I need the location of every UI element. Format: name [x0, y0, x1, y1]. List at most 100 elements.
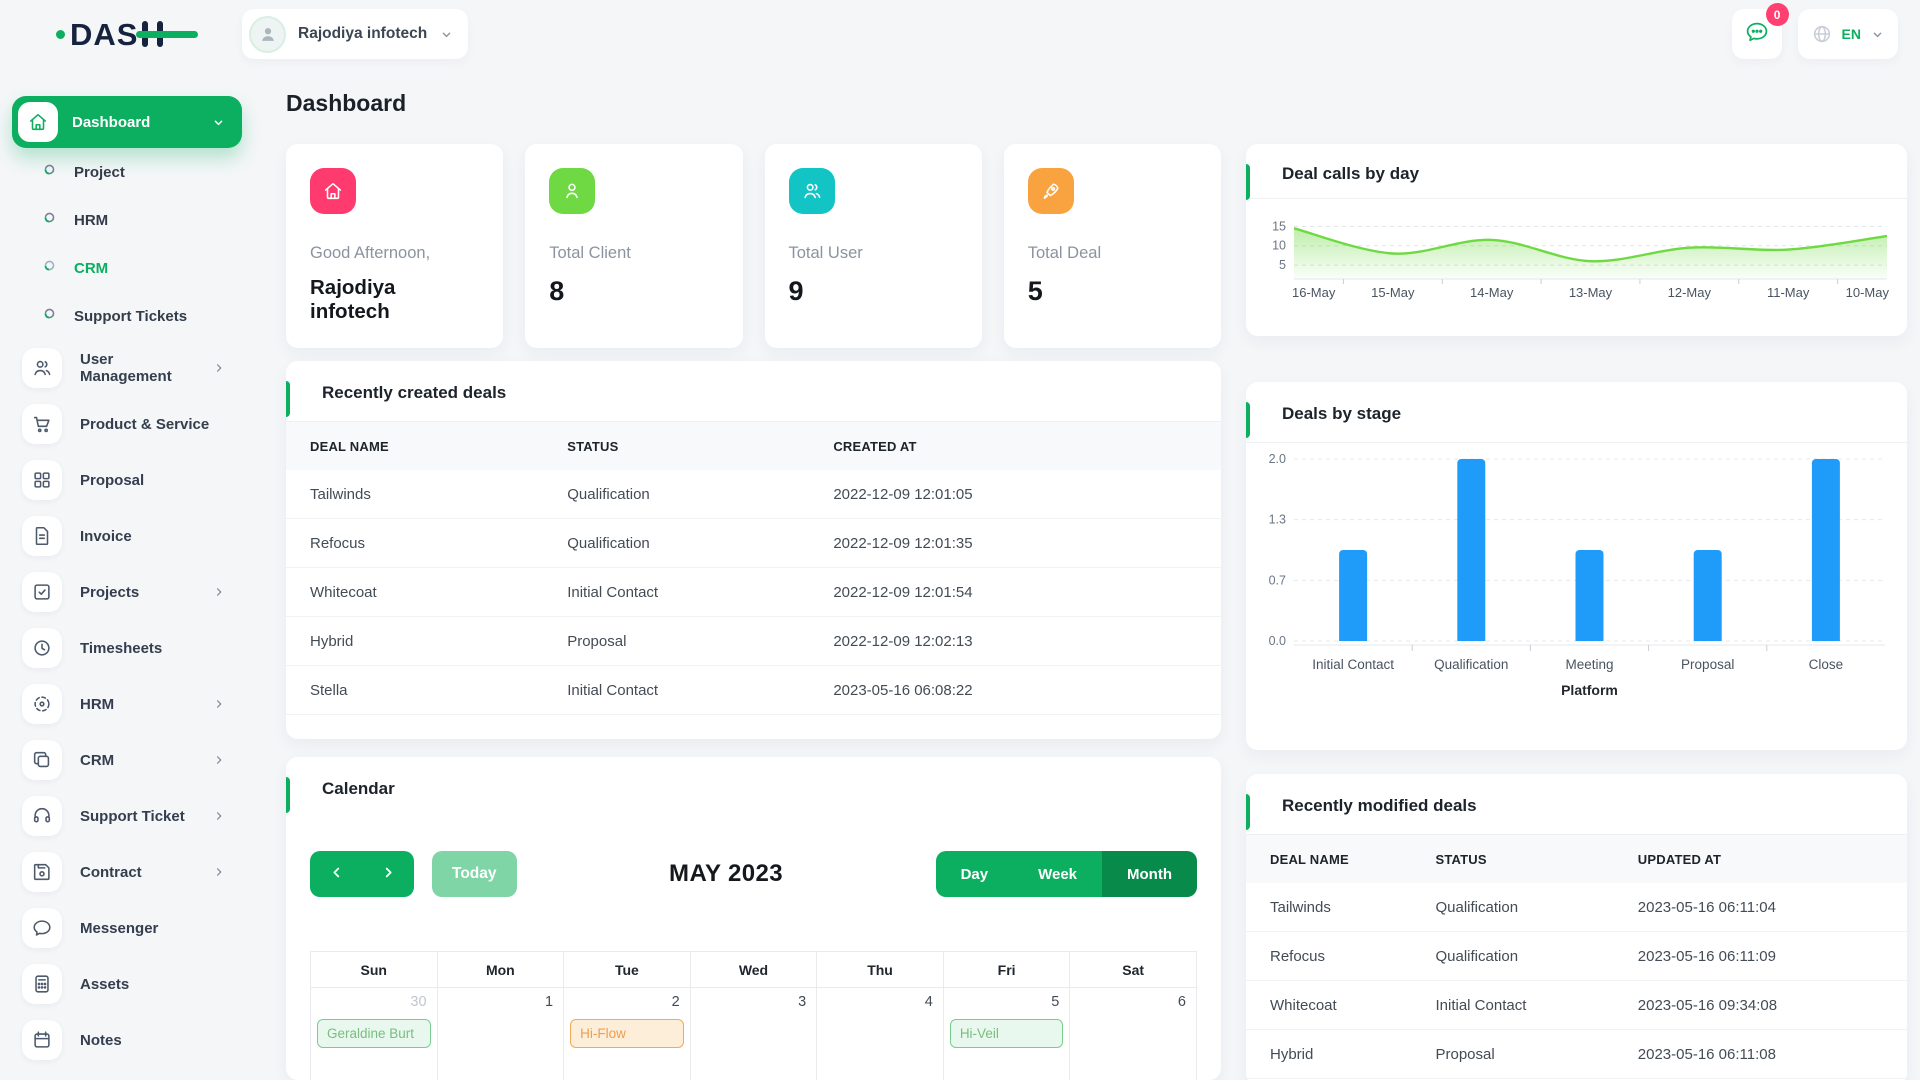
chevron-right-icon: [212, 361, 226, 375]
svg-text:Proposal: Proposal: [1681, 657, 1734, 672]
card-title: Recently created deals: [322, 383, 507, 402]
target-icon: [22, 684, 62, 724]
table-row[interactable]: Hybrid Proposal 2022-12-09 12:02:13: [286, 617, 1221, 666]
calendar-toolbar: Today MAY 2023 Day Week Month: [286, 851, 1221, 897]
sidebar-item-messenger[interactable]: Messenger: [12, 900, 242, 956]
stat-card-good-afternoon: Good Afternoon, Rajodiya infotech: [286, 144, 504, 348]
stat-card-total-user: Total User 9: [764, 144, 982, 348]
next-month-button[interactable]: [362, 851, 414, 897]
recently-modified-deals-card: Recently modified deals DEAL NAME STATUS U…: [1246, 774, 1907, 1080]
sidebar-item-crm[interactable]: CRM: [12, 244, 242, 292]
table-row[interactable]: Whitecoat Initial Contact 2023-05-16 09:34…: [1246, 981, 1907, 1030]
svg-text:Platform: Platform: [1561, 682, 1618, 698]
svg-text:Meeting: Meeting: [1565, 657, 1613, 672]
layers-icon: [22, 740, 62, 780]
card-title: Deal calls by day: [1282, 164, 1420, 183]
table-row[interactable]: Stella Initial Contact 2023-05-16 06:08:22: [286, 666, 1221, 715]
company-selector[interactable]: Rajodiya infotech: [242, 9, 469, 59]
calendar-icon: [22, 1020, 62, 1060]
stat-label: Good Afternoon,: [310, 244, 431, 262]
sidebar-item-product-service[interactable]: Product & Service: [12, 396, 242, 452]
sidebar-item-user-management[interactable]: User Management: [12, 340, 242, 396]
sidebar-item-notes[interactable]: Notes: [12, 1012, 242, 1068]
sidebar-item-contract[interactable]: Contract: [12, 844, 242, 900]
view-day-button[interactable]: Day: [935, 851, 1014, 897]
table-row[interactable]: Tailwinds Qualification 2022-12-09 12:01:0…: [286, 470, 1221, 519]
chat-button[interactable]: 0: [1731, 3, 1789, 59]
bullet-icon: [42, 162, 57, 182]
table-row[interactable]: Hybrid Proposal 2023-05-16 06:11:08: [1246, 1030, 1907, 1079]
day-cell[interactable]: 5 Hi-Veil: [942, 987, 1071, 1080]
logo-text: DAS: [70, 16, 139, 52]
sidebar-item-assets[interactable]: Assets: [12, 956, 242, 1012]
svg-text:Qualification: Qualification: [1434, 657, 1508, 672]
stat-value: 8: [549, 276, 565, 306]
sidebar-item-dashboard[interactable]: Dashboard: [12, 96, 242, 148]
day-header-thu: Thu: [816, 951, 944, 988]
svg-text:1.3: 1.3: [1269, 513, 1286, 527]
table-row[interactable]: Refocus Qualification 2023-05-16 06:11:09: [1246, 932, 1907, 981]
svg-text:5: 5: [1279, 258, 1286, 272]
sidebar-item-proposal[interactable]: Proposal: [12, 452, 242, 508]
chat-icon: [22, 908, 62, 948]
user-icon: [549, 168, 596, 214]
bullet-icon: [42, 258, 57, 278]
deal-calls-chart: 15 10 5 16-May 15-May 14-May 13-May 12-May 11-M…: [1246, 199, 1907, 318]
svg-text:14-May: 14-May: [1470, 285, 1514, 300]
svg-text:0.0: 0.0: [1269, 634, 1286, 648]
prev-month-button[interactable]: [310, 851, 362, 897]
company-avatar: [249, 15, 286, 53]
day-header-fri: Fri: [942, 951, 1071, 988]
day-cell[interactable]: 6: [1069, 987, 1197, 1080]
recently-created-deals-card: Recently created deals DEAL NAME STATUS CR…: [286, 361, 1221, 739]
day-cell[interactable]: 3: [689, 987, 818, 1080]
sidebar-item-project[interactable]: Project: [12, 148, 242, 196]
day-cell[interactable]: 30 Geraldine Burt: [310, 987, 438, 1080]
calendar-grid: Sun Mon Tue Wed Thu Fri Sat 30 Geraldine Burt …: [310, 951, 1197, 1080]
calendar-event[interactable]: Geraldine Burt: [317, 1019, 431, 1048]
file-icon: [22, 516, 62, 556]
table-header: DEAL NAME STATUS CREATED AT: [286, 422, 1221, 470]
sidebar-item-hrm[interactable]: HRM: [12, 676, 242, 732]
card-title: Recently modified deals: [1282, 796, 1477, 815]
main-content: Dashboard Good Afternoon, Rajodiya infot…: [242, 68, 1920, 1080]
calendar-event[interactable]: Hi-Flow: [570, 1019, 684, 1048]
deals-by-stage-chart: 0.0 0.7 1.3 2.0 Initial Contact Qualification…: [1246, 443, 1907, 708]
view-week-button[interactable]: Week: [1013, 851, 1103, 897]
language-label: EN: [1841, 26, 1861, 42]
day-cell[interactable]: 4: [816, 987, 944, 1080]
cart-icon: [22, 404, 62, 444]
today-button[interactable]: Today: [432, 851, 517, 897]
deal-calls-by-day-card: Deal calls by day 15 10 5 16-May 15-May 14-M…: [1246, 144, 1907, 336]
bullet-icon: [42, 210, 57, 230]
sidebar-item-timesheets[interactable]: Timesheets: [12, 620, 242, 676]
table-row[interactable]: Whitecoat Initial Contact 2022-12-09 12:01…: [286, 568, 1221, 617]
accent-bar: [286, 777, 290, 813]
table-row[interactable]: Refocus Qualification 2022-12-09 12:01:35: [286, 519, 1221, 568]
page-title: Dashboard: [286, 90, 407, 116]
stat-value: 9: [788, 276, 804, 306]
date-number: 30: [410, 994, 427, 1010]
save-icon: [22, 852, 62, 892]
sidebar-item-invoice[interactable]: Invoice: [12, 508, 242, 564]
rocket-icon: [1027, 168, 1074, 214]
view-month-button[interactable]: Month: [1102, 851, 1197, 897]
calendar-nav: [310, 851, 414, 897]
sidebar-item-support-ticket[interactable]: Support Ticket: [12, 788, 242, 844]
table-row[interactable]: Tailwinds Qualification 2023-05-16 06:11:0…: [1246, 883, 1907, 932]
sidebar-item-projects[interactable]: Projects: [12, 564, 242, 620]
day-cell[interactable]: 1: [436, 987, 565, 1080]
date-number: 1: [545, 994, 554, 1010]
company-name: Rajodiya infotech: [298, 25, 428, 42]
date-number: 4: [924, 994, 933, 1010]
app-logo[interactable]: DAS: [0, 19, 242, 50]
sidebar-item-hrm[interactable]: HRM: [12, 196, 242, 244]
day-cell[interactable]: 2 Hi-Flow: [563, 987, 691, 1080]
language-selector[interactable]: EN: [1797, 9, 1898, 59]
card-title: Deals by stage: [1282, 404, 1402, 423]
sidebar-item-support-tickets[interactable]: Support Tickets: [12, 292, 242, 340]
sidebar-item-crm[interactable]: CRM: [12, 732, 242, 788]
logo-h-glyph: [136, 19, 199, 49]
chevron-right-icon: [212, 753, 226, 767]
calendar-event[interactable]: Hi-Veil: [949, 1019, 1064, 1048]
